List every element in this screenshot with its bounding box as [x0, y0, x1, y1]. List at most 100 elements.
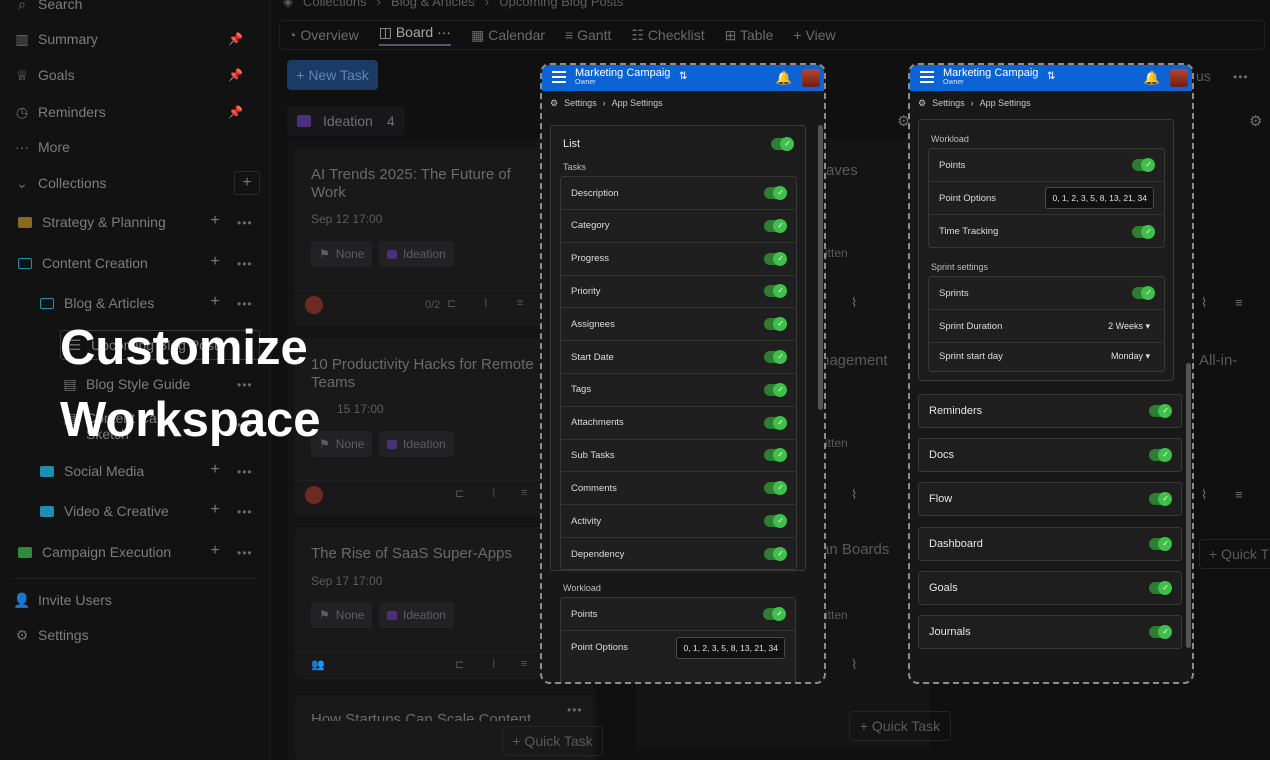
module-toggle[interactable] — [1149, 448, 1172, 463]
scrollbar[interactable] — [1186, 363, 1191, 648]
attachment-icon[interactable]: ⌇ — [851, 295, 857, 311]
task-card[interactable]: AI Trends 2025: The Future of Work Sep 1… — [295, 148, 549, 326]
description-icon[interactable]: ≡ — [517, 297, 523, 309]
sprint-start-select[interactable]: Monday ▾ — [1111, 351, 1150, 362]
module-toggle[interactable] — [1149, 580, 1172, 595]
sidebar-item-campaign[interactable]: Campaign Execution — [18, 540, 171, 564]
points-toggle[interactable] — [1132, 158, 1155, 172]
sprint-duration-select[interactable]: 2 Weeks ▾ — [1108, 321, 1150, 332]
field-toggle[interactable] — [764, 382, 787, 397]
breadcrumb-settings[interactable]: Settings — [564, 98, 597, 108]
menu-icon[interactable] — [920, 71, 934, 83]
sidebar-item-content-creation[interactable]: Content Creation — [18, 251, 148, 275]
status-chip[interactable]: Ideation — [379, 241, 454, 267]
attachment-icon[interactable]: ⌇ — [1201, 295, 1207, 311]
switch-icon[interactable]: ⇅ — [679, 71, 687, 82]
column-header-ideation[interactable]: Ideation 4 — [287, 106, 405, 136]
time-tracking-toggle[interactable] — [1132, 224, 1155, 239]
sidebar-item-goals[interactable]: ♕ Goals 📌 — [14, 63, 259, 87]
scrollbar[interactable] — [818, 125, 823, 410]
more-dots-icon[interactable]: ••• — [237, 546, 253, 560]
pin-icon[interactable]: 📌 — [228, 32, 243, 46]
add-button[interactable]: + — [208, 293, 222, 311]
field-toggle[interactable] — [764, 547, 787, 562]
list-toggle[interactable] — [771, 137, 794, 151]
tab-table[interactable]: ⊞ Table — [725, 27, 774, 44]
more-dots-icon[interactable]: ••• — [237, 257, 253, 271]
quick-task-button[interactable]: + Quick Task — [849, 711, 951, 741]
field-toggle[interactable] — [764, 514, 787, 528]
breadcrumb-settings[interactable]: Settings — [932, 98, 965, 108]
description-icon[interactable]: ≡ — [521, 658, 527, 670]
quick-task-button[interactable]: + Quick Task — [502, 726, 603, 756]
pin-icon[interactable]: 📌 — [228, 105, 243, 119]
field-toggle[interactable] — [764, 218, 787, 233]
field-toggle[interactable] — [764, 186, 787, 200]
add-button[interactable]: + — [208, 212, 222, 230]
tab-calendar[interactable]: ▦ Calendar — [471, 27, 545, 44]
sidebar-item-more[interactable]: ··· More — [14, 135, 70, 159]
field-toggle[interactable] — [764, 448, 787, 463]
bell-icon[interactable]: 🔔 — [776, 70, 792, 86]
breadcrumb-blog[interactable]: Blog & Articles — [391, 0, 475, 10]
add-button[interactable]: + — [208, 461, 222, 479]
quick-task-button[interactable]: + Quick T — [1199, 539, 1270, 569]
breadcrumb-upcoming[interactable]: Upcoming Blog Posts — [499, 0, 623, 10]
priority-chip[interactable]: ⚑ None — [311, 241, 373, 267]
attachment-icon[interactable]: ⌇ — [1201, 487, 1207, 503]
attachment-icon[interactable]: ⌇ — [491, 487, 496, 500]
points-toggle[interactable] — [763, 607, 786, 621]
module-toggle[interactable] — [1149, 404, 1172, 418]
add-view-button[interactable]: + View — [793, 27, 835, 43]
tab-gantt[interactable]: ≡ Gantt — [565, 27, 611, 43]
subtask-icon[interactable]: ⊏ — [455, 487, 464, 500]
subtask-icon[interactable]: ⊏ — [447, 297, 456, 310]
sprints-toggle[interactable] — [1132, 286, 1155, 300]
subtask-icon[interactable]: ⊏ — [455, 658, 464, 671]
description-icon[interactable]: ≡ — [1235, 487, 1243, 502]
description-icon[interactable]: ≡ — [1235, 295, 1243, 310]
field-toggle[interactable] — [764, 251, 787, 266]
gear-icon[interactable]: ⚙ — [1249, 112, 1262, 130]
more-dots-icon[interactable]: ••• — [237, 297, 253, 311]
tab-overview[interactable]: ◔ Overview — [288, 27, 359, 43]
avatar[interactable] — [1170, 69, 1188, 87]
workspace-title[interactable]: Marketing Campaig — [943, 67, 1038, 79]
sidebar-item-search[interactable]: ⌕ Search — [14, 0, 82, 16]
module-toggle[interactable] — [1149, 492, 1172, 507]
attachment-icon[interactable]: ⌇ — [491, 658, 496, 671]
task-card[interactable]: 10 Productivity Hacks for Remote Teams 1… — [295, 338, 549, 516]
avatar[interactable] — [802, 69, 820, 87]
priority-chip[interactable]: ⚑ None — [311, 602, 373, 628]
breadcrumb-collections[interactable]: Collections — [303, 0, 367, 10]
menu-icon[interactable] — [552, 71, 566, 83]
field-toggle[interactable] — [764, 481, 787, 496]
bell-icon[interactable]: 🔔 — [1144, 70, 1160, 86]
workspace-title[interactable]: Marketing Campaig — [575, 67, 670, 79]
more-dots-icon[interactable]: ••• — [237, 505, 253, 519]
sidebar-item-reminders[interactable]: ◷ Reminders 📌 — [14, 100, 259, 124]
add-button[interactable]: + — [208, 542, 222, 560]
module-toggle[interactable] — [1149, 536, 1172, 551]
invite-users-button[interactable]: 👤 Invite Users — [13, 588, 112, 612]
assign-user-icon[interactable]: 👥 — [311, 658, 325, 671]
sidebar-item-collections[interactable]: ⌄ Collections — [14, 171, 259, 195]
attachment-icon[interactable]: ⌇ — [851, 657, 857, 673]
status-chip[interactable]: Ideation — [379, 431, 454, 457]
task-card[interactable]: The Rise of SaaS Super-Apps Sep 17 17:00… — [295, 527, 549, 679]
more-dots-icon[interactable]: ••• — [567, 703, 583, 717]
add-collection-button[interactable]: + — [234, 171, 260, 195]
attachment-icon[interactable]: ⌇ — [483, 297, 488, 310]
add-button[interactable]: + — [208, 501, 222, 519]
avatar[interactable] — [305, 486, 323, 504]
sidebar-item-summary[interactable]: ▥ Summary 📌 — [14, 27, 259, 51]
field-toggle[interactable] — [764, 415, 787, 430]
field-toggle[interactable] — [764, 350, 787, 364]
settings-button[interactable]: ⚙ Settings — [14, 623, 89, 647]
point-options-input[interactable]: 0, 1, 2, 3, 5, 8, 13, 21, 34 — [676, 636, 785, 659]
sidebar-item-video[interactable]: Video & Creative — [40, 499, 169, 523]
new-task-button[interactable]: + New Task — [287, 60, 378, 90]
more-dots-icon[interactable]: ••• — [237, 216, 253, 230]
field-toggle[interactable] — [764, 317, 787, 332]
point-options-input[interactable]: 0, 1, 2, 3, 5, 8, 13, 21, 34 — [1045, 187, 1154, 209]
